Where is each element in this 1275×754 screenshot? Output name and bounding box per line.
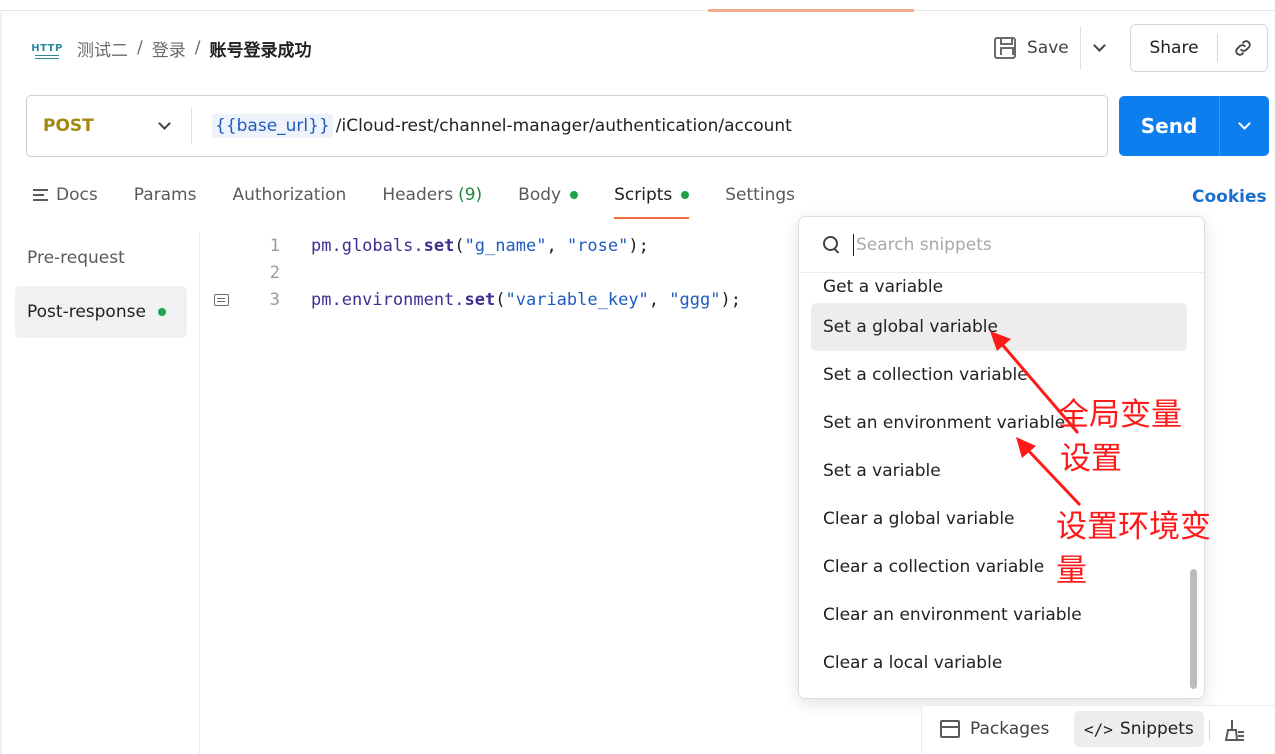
tab-label: Params: [133, 185, 197, 205]
snippet-item[interactable]: Set a variable: [811, 447, 1187, 495]
snippet-item[interactable]: Set a global variable: [811, 303, 1187, 351]
chevron-down-icon: [1238, 117, 1251, 130]
line-number: 3: [269, 289, 280, 310]
tab-label: Docs: [56, 185, 98, 205]
link-icon: [1234, 40, 1251, 56]
snippets-button[interactable]: </> Snippets: [1074, 711, 1204, 747]
tab-label: Authorization: [232, 185, 347, 205]
method-divider: [191, 108, 192, 144]
status-dot: [570, 191, 579, 199]
tab-params[interactable]: Params: [134, 182, 197, 208]
line-number: 1: [269, 235, 280, 256]
save-divider: [1080, 26, 1081, 70]
share-button[interactable]: Share: [1131, 38, 1217, 58]
pre-request-tab[interactable]: Pre-request: [15, 232, 187, 284]
save-icon: [994, 37, 1016, 59]
send-button[interactable]: Send: [1119, 114, 1219, 138]
annotation-global-line2: 设置: [1060, 441, 1122, 477]
code-text: pm.environment.set("variable_key", "ggg"…: [311, 289, 741, 310]
tab-settings[interactable]: Settings: [725, 182, 795, 208]
send-button-group: Send: [1119, 96, 1269, 156]
packages-button[interactable]: Packages: [930, 711, 1059, 747]
snippets-label: Snippets: [1119, 719, 1194, 739]
tab-label: Headers: [382, 185, 454, 205]
tab-scripts[interactable]: Scripts: [614, 182, 690, 219]
editor-bottom-bar: Packages </> Snippets: [921, 705, 1275, 754]
breadcrumb-separator: /: [137, 38, 143, 58]
pre-request-label: Pre-request: [27, 248, 125, 268]
docs-icon: [33, 188, 48, 202]
search-icon: [823, 235, 841, 254]
chevron-down-icon: [158, 117, 171, 130]
post-response-tab[interactable]: Post-response: [15, 286, 187, 338]
post-response-label: Post-response: [27, 302, 146, 322]
chevron-down-icon: [1092, 39, 1106, 52]
status-dot: [157, 308, 166, 316]
code-icon: </>: [1084, 719, 1113, 739]
cookies-link[interactable]: Cookies: [1192, 187, 1267, 207]
breadcrumb-folder[interactable]: 登录: [152, 36, 186, 61]
annotation-env-line2: 量: [1056, 553, 1087, 589]
method-select[interactable]: POST: [27, 116, 191, 136]
breadcrumb-collection[interactable]: 测试二: [77, 36, 128, 61]
snippet-item[interactable]: Clear an environment variable: [811, 591, 1187, 639]
breadcrumb: HTTP 测试二 / 登录 / 账号登录成功: [31, 34, 311, 62]
tab-label: Body: [518, 185, 562, 205]
snippet-search-input[interactable]: [853, 233, 1173, 256]
line-number: 2: [269, 262, 280, 283]
tab-label: Settings: [725, 185, 795, 205]
tab-authorization[interactable]: Authorization: [232, 182, 346, 208]
snippet-search: [799, 217, 1204, 273]
request-name[interactable]: 账号登录成功: [209, 36, 311, 61]
scrollbar[interactable]: [1190, 569, 1197, 689]
tab-headers[interactable]: Headers (9): [382, 182, 482, 208]
clear-icon[interactable]: [1223, 718, 1245, 742]
package-icon: [940, 720, 960, 738]
http-request-icon: HTTP: [31, 36, 62, 60]
request-url-bar: POST {{base_url}} /iCloud-rest/channel-m…: [26, 95, 1108, 157]
tab-body[interactable]: Body: [518, 182, 579, 208]
url-path: /iCloud-rest/channel-manager/authenticat…: [335, 116, 792, 136]
tab-docs[interactable]: Docs: [33, 182, 98, 208]
script-phase-nav: Pre-request Post-response: [15, 232, 187, 340]
save-label: Save: [1027, 38, 1069, 58]
panel-divider: [199, 232, 200, 754]
method-label: POST: [43, 116, 94, 136]
top-border: [0, 10, 1275, 11]
snippets-popover: Get a variable Set a global variable Set…: [798, 216, 1205, 699]
send-options-button[interactable]: [1220, 117, 1269, 130]
bottom-bar-divider: [1209, 720, 1210, 740]
url-variable: {{base_url}}: [212, 114, 333, 138]
breadcrumb-separator: /: [194, 38, 201, 58]
code-text: pm.globals.set("g_name", "rose");: [311, 235, 649, 256]
left-edge: [0, 12, 2, 754]
snippet-item[interactable]: Clear a local variable: [811, 639, 1187, 687]
headers-count: (9): [458, 185, 483, 205]
url-input[interactable]: {{base_url}} /iCloud-rest/channel-manage…: [212, 114, 792, 138]
snippet-item[interactable]: Get a variable: [811, 273, 1187, 297]
share-button-group: Share: [1130, 24, 1268, 72]
copy-link-button[interactable]: [1218, 37, 1267, 59]
packages-label: Packages: [970, 719, 1050, 739]
save-button[interactable]: Save: [994, 26, 1069, 70]
save-options-button[interactable]: [1087, 36, 1111, 60]
comment-icon[interactable]: [214, 293, 229, 306]
active-request-tab-indicator: [708, 9, 914, 12]
request-tabs: Docs Params Authorization Headers (9) Bo…: [33, 182, 831, 219]
tab-label: Scripts: [614, 185, 673, 205]
status-dot: [681, 191, 690, 199]
